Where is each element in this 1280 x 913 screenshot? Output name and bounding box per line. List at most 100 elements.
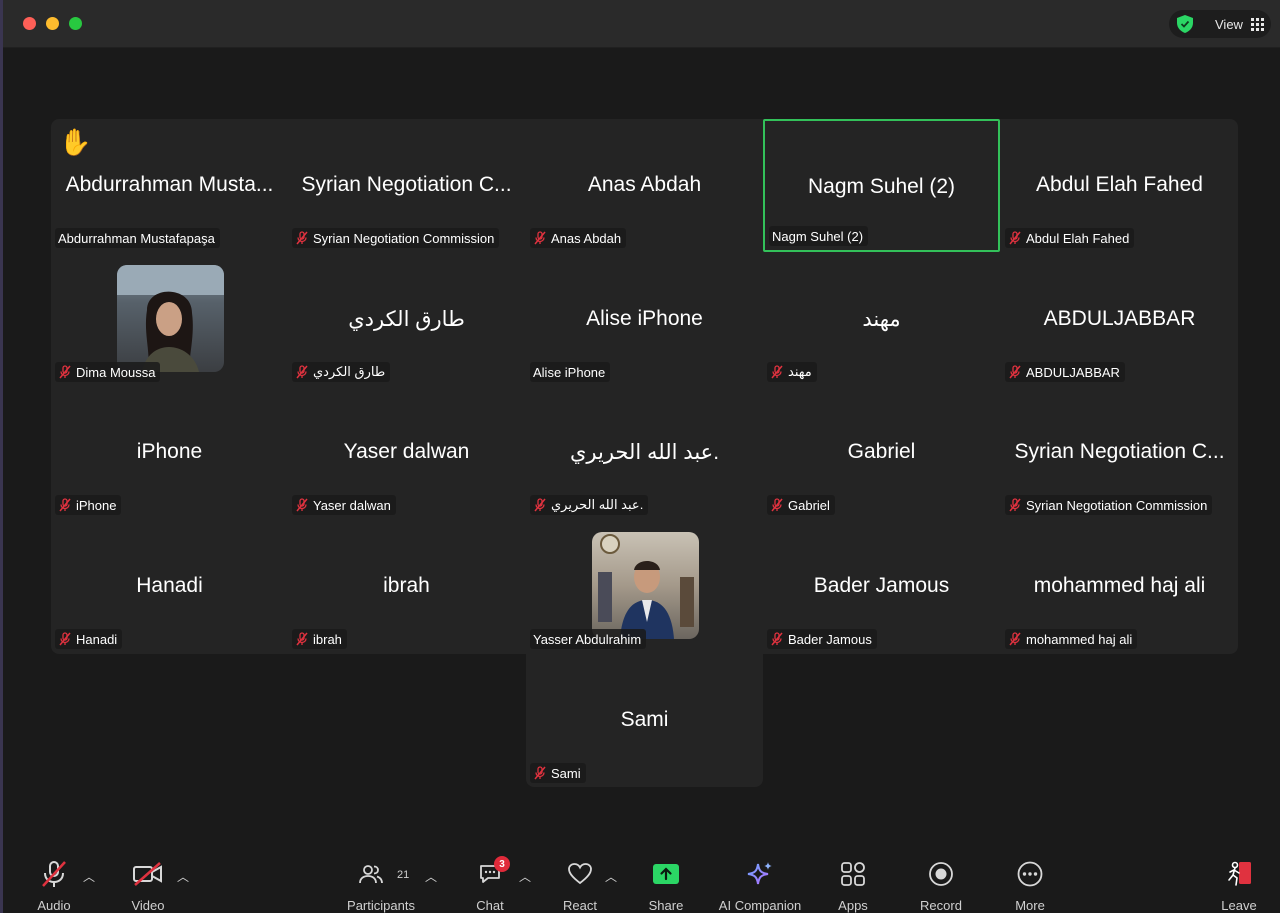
more-dots-icon — [1017, 858, 1043, 890]
muted-mic-icon — [770, 498, 784, 512]
react-button[interactable]: React — [558, 850, 602, 913]
muted-mic-icon — [770, 632, 784, 646]
ai-sparkle-icon — [746, 858, 774, 890]
more-label: More — [1015, 898, 1045, 913]
participant-tile[interactable]: Nagm Suhel (2) Nagm Suhel (2) — [763, 119, 1000, 252]
participant-tile[interactable]: iPhone iPhone — [51, 386, 288, 519]
participant-tile[interactable]: Gabriel Gabriel — [763, 386, 1000, 519]
muted-mic-icon — [533, 766, 547, 780]
participant-name-label: مهند — [767, 362, 817, 382]
participant-tile[interactable]: ibrah ibrah — [288, 520, 525, 653]
chat-unread-badge: 3 — [494, 856, 510, 872]
video-off-icon — [132, 858, 164, 890]
gallery-grid-icon[interactable] — [1250, 17, 1264, 31]
participant-tile[interactable]: Hanadi Hanadi — [51, 520, 288, 653]
video-button[interactable]: Video — [123, 850, 173, 913]
participant-display-name: Syrian Negotiation C... — [301, 173, 512, 196]
participant-label-text: Alise iPhone — [533, 364, 606, 380]
participant-display-name: Anas Abdah — [587, 173, 702, 196]
participant-tile[interactable]: طارق الكردي طارق الكردي — [288, 253, 525, 386]
audio-options-chevron-icon[interactable]: ︿ — [83, 868, 95, 885]
audio-button[interactable]: Audio — [29, 850, 79, 913]
participant-tile[interactable]: عبد الله الحريري. عبد الله الحريري. — [526, 386, 763, 519]
participant-tile[interactable]: ✋ Abdurrahman Musta... Abdurrahman Mustafa… — [51, 119, 288, 252]
participant-label-text: Sami — [551, 765, 581, 781]
participant-display-name: Abdurrahman Musta... — [65, 173, 274, 196]
record-button[interactable]: Record — [918, 850, 964, 913]
record-label: Record — [920, 898, 962, 913]
participant-label-text: iPhone — [76, 497, 117, 513]
participant-tile[interactable]: Bader Jamous Bader Jamous — [763, 520, 1000, 653]
participant-label-text: مهند — [788, 364, 812, 379]
chat-options-chevron-icon[interactable]: ︿ — [519, 868, 531, 885]
participant-name-label: Yaser dalwan — [292, 495, 396, 515]
participant-display-name: iPhone — [136, 440, 203, 463]
participant-display-name: Nagm Suhel (2) — [807, 175, 956, 198]
participant-tile[interactable]: mohammed haj ali mohammed haj ali — [1001, 520, 1238, 653]
participant-tile[interactable]: Dima Moussa — [51, 253, 288, 386]
participant-tile[interactable]: Abdul Elah Fahed Abdul Elah Fahed — [1001, 119, 1238, 252]
participant-tile[interactable]: Syrian Negotiation C... Syrian Negotiatio… — [1001, 386, 1238, 519]
participant-name-label: mohammed haj ali — [1005, 629, 1138, 649]
maximize-window-button[interactable] — [69, 17, 82, 30]
participant-tile[interactable]: Yasser Abdulrahim — [526, 520, 763, 653]
participant-name-label: Hanadi — [55, 629, 123, 649]
view-label[interactable]: View — [1215, 17, 1243, 32]
participant-name-label: Gabriel — [767, 495, 835, 515]
more-button[interactable]: More — [1010, 850, 1050, 913]
participant-tile-sami[interactable]: Sami Sami — [526, 654, 763, 787]
muted-microphone-icon — [39, 858, 69, 890]
chat-button[interactable]: 3 Chat — [470, 850, 510, 913]
participant-name-label: عبد الله الحريري. — [530, 495, 649, 515]
participant-display-name: Bader Jamous — [813, 574, 950, 597]
participant-label-text: ABDULJABBAR — [1026, 364, 1120, 380]
participant-label-text: عبد الله الحريري. — [551, 497, 644, 512]
leave-button[interactable]: Leave — [1217, 850, 1261, 913]
participant-label-text: Nagm Suhel (2) — [772, 228, 864, 244]
minimize-window-button[interactable] — [46, 17, 59, 30]
participant-name-label: ibrah — [292, 629, 347, 649]
participant-tile[interactable]: Alise iPhone Alise iPhone — [526, 253, 763, 386]
zoom-window: View ✋ Abdurrahman Musta... Abdurrahman Mu… — [0, 0, 1280, 913]
apps-label: Apps — [838, 898, 868, 913]
participant-label-text: Anas Abdah — [551, 230, 622, 246]
participants-label: Participants — [347, 898, 415, 913]
participant-display-name: ibrah — [383, 574, 430, 597]
participant-name-label: طارق الكردي — [292, 362, 391, 382]
muted-mic-icon — [1008, 498, 1022, 512]
participants-icon: 21 — [343, 858, 419, 890]
participant-label-text: Yaser dalwan — [313, 497, 391, 513]
participant-display-name: Hanadi — [136, 574, 203, 597]
participant-label-text: طارق الكردي — [313, 364, 386, 379]
encryption-shield-icon[interactable] — [1177, 14, 1193, 34]
muted-mic-icon — [58, 498, 72, 512]
participant-tile[interactable]: Syrian Negotiation C... Syrian Negotiatio… — [288, 119, 525, 252]
participant-tile[interactable]: Anas Abdah Anas Abdah — [526, 119, 763, 252]
participant-tile[interactable]: Yaser dalwan Yaser dalwan — [288, 386, 525, 519]
ai-companion-button[interactable]: AI Companion — [715, 850, 805, 913]
muted-mic-icon — [295, 231, 309, 245]
participant-tile[interactable]: ABDULJABBAR ABDULJABBAR — [1001, 253, 1238, 386]
participant-tile[interactable]: مهند مهند — [763, 253, 1000, 386]
participant-display-name: Alise iPhone — [586, 307, 703, 330]
muted-mic-icon — [770, 365, 784, 379]
participant-label-text: mohammed haj ali — [1026, 631, 1133, 647]
participant-name-label: Bader Jamous — [767, 629, 877, 649]
participants-options-chevron-icon[interactable]: ︿ — [425, 868, 437, 885]
video-options-chevron-icon[interactable]: ︿ — [177, 868, 189, 885]
participants-button[interactable]: 21 Participants — [343, 850, 419, 913]
close-window-button[interactable] — [23, 17, 36, 30]
participant-name-label: Abdurrahman Mustafapaşa — [55, 228, 220, 248]
apps-button[interactable]: Apps — [833, 850, 873, 913]
audio-label: Audio — [37, 898, 71, 913]
raised-hand-icon: ✋ — [59, 127, 92, 157]
participant-name-label: Sami — [530, 763, 586, 783]
react-label: React — [563, 898, 597, 913]
muted-mic-icon — [58, 365, 72, 379]
participant-name-label: Abdul Elah Fahed — [1005, 228, 1135, 248]
meeting-toolbar: Audio ︿ Video ︿ 21 Participants ︿ 3 Chat… — [3, 850, 1280, 913]
participants-count: 21 — [397, 869, 410, 881]
view-switcher[interactable]: View — [1169, 10, 1271, 38]
react-options-chevron-icon[interactable]: ︿ — [605, 868, 617, 885]
share-button[interactable]: Share — [646, 850, 686, 913]
